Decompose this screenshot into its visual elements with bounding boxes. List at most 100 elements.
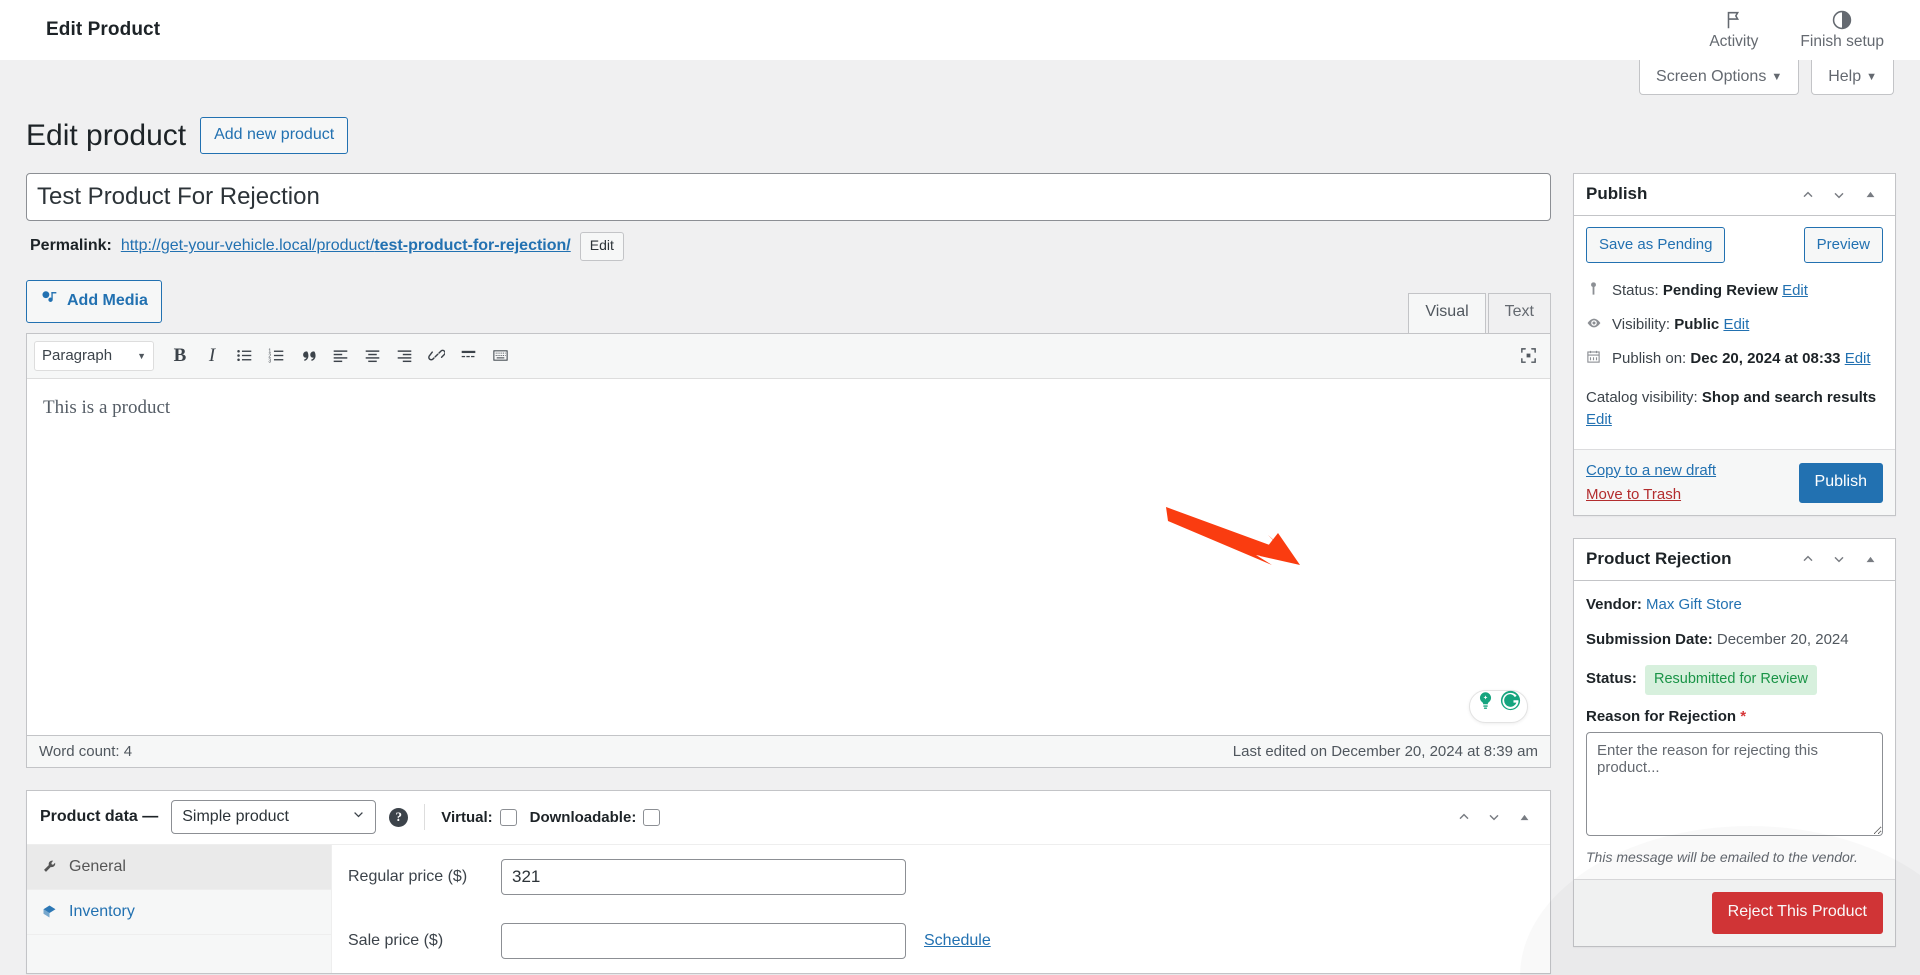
add-new-product-button[interactable]: Add new product — [200, 117, 349, 154]
vendor-link[interactable]: Max Gift Store — [1646, 596, 1742, 613]
visibility-edit-link[interactable]: Edit — [1723, 316, 1749, 333]
read-more-icon[interactable] — [453, 341, 483, 371]
toggle-panel-icon[interactable] — [1857, 546, 1883, 572]
status-edit-link[interactable]: Edit — [1782, 282, 1808, 299]
move-down-icon[interactable] — [1826, 182, 1852, 208]
permalink-url[interactable]: http://get-your-vehicle.local/product/te… — [121, 237, 571, 255]
tab-visual[interactable]: Visual — [1408, 292, 1486, 333]
regular-price-field-row: Regular price ($) — [332, 845, 1550, 909]
publish-header: Publish — [1574, 174, 1895, 216]
screen-meta-tabs: Screen Options ▼ Help ▼ — [1639, 60, 1894, 96]
grammarly-g-icon[interactable] — [1499, 689, 1522, 722]
admin-bar: Edit Product Activity Finish setup — [0, 0, 1920, 60]
activity-button[interactable]: Activity — [1709, 9, 1758, 51]
product-type-select[interactable]: Simple product — [171, 800, 377, 835]
editor-content-area[interactable]: This is a product — [27, 379, 1550, 735]
finish-setup-button[interactable]: Finish setup — [1800, 9, 1884, 51]
chevron-down-icon: ▼ — [137, 350, 146, 361]
fullscreen-icon[interactable] — [1513, 341, 1543, 371]
downloadable-checkbox[interactable] — [643, 808, 661, 826]
visibility-label: Visibility: — [1612, 315, 1671, 333]
catalog-visibility-edit-link[interactable]: Edit — [1586, 411, 1612, 428]
rejection-reason-help-text: This message will be emailed to the vend… — [1586, 849, 1858, 866]
move-to-trash-link[interactable]: Move to Trash — [1586, 486, 1716, 503]
sale-price-input[interactable] — [501, 922, 906, 959]
rejection-reason-textarea[interactable] — [1586, 732, 1883, 837]
status-label: Status: — [1612, 282, 1659, 299]
permalink-edit-button[interactable]: Edit — [579, 232, 624, 261]
virtual-checkbox-group[interactable]: Virtual: — [441, 808, 517, 826]
copy-to-new-draft-link[interactable]: Copy to a new draft — [1586, 462, 1716, 479]
product-data-panel-general: Regular price ($) Sale price ($) Schedul… — [332, 845, 1550, 973]
tab-text[interactable]: Text — [1487, 292, 1551, 333]
product-tab-general[interactable]: General — [27, 844, 331, 890]
schedule-link[interactable]: Schedule — [924, 932, 991, 950]
preview-button[interactable]: Preview — [1803, 227, 1883, 263]
product-data-title: Product data — — [40, 808, 159, 826]
move-up-icon[interactable] — [1795, 546, 1821, 572]
finish-setup-label: Finish setup — [1800, 33, 1884, 50]
move-down-icon[interactable] — [1481, 804, 1507, 830]
link-icon[interactable] — [421, 341, 451, 371]
product-tab-inventory-label: Inventory — [69, 902, 135, 920]
title-area — [26, 173, 1551, 221]
bulleted-list-icon[interactable] — [229, 341, 259, 371]
bold-icon[interactable]: B — [165, 341, 195, 371]
editor-box: Paragraph ▼ B I 1 2 3 This is a product … — [26, 332, 1551, 768]
move-up-icon[interactable] — [1795, 182, 1821, 208]
publish-button[interactable]: Publish — [1798, 463, 1883, 503]
publish-delete-actions: Copy to a new draft Move to Trash — [1586, 462, 1716, 503]
align-right-icon[interactable] — [389, 341, 419, 371]
virtual-checkbox[interactable] — [499, 808, 517, 826]
submission-date-row: Submission Date: December 20, 2024 — [1586, 629, 1883, 652]
admin-bar-right-group: Activity Finish setup — [1709, 9, 1894, 51]
lightbulb-icon[interactable] — [1475, 690, 1496, 721]
align-center-icon[interactable] — [357, 341, 387, 371]
regular-price-label: Regular price ($) — [348, 867, 468, 885]
permalink-url-prefix: http://get-your-vehicle.local/product/ — [120, 237, 375, 255]
save-as-pending-button[interactable]: Save as Pending — [1586, 227, 1726, 263]
editor-area: Add Media Visual Text Paragraph ▼ B I 1 … — [26, 279, 1551, 768]
publish-on-edit-link[interactable]: Edit — [1845, 350, 1871, 367]
vendor-label: Vendor: — [1586, 595, 1642, 613]
product-tab-inventory[interactable]: Inventory — [27, 890, 331, 935]
reason-for-rejection-label: Reason for Rejection * — [1586, 708, 1883, 725]
help-icon[interactable]: ? — [389, 807, 409, 827]
required-marker: * — [1740, 708, 1747, 726]
move-down-icon[interactable] — [1826, 546, 1852, 572]
status-text: Status: Pending Review Edit — [1612, 280, 1808, 303]
product-type-value: Simple product — [182, 808, 289, 826]
toolbar-toggle-icon[interactable] — [485, 341, 515, 371]
toggle-panel-icon[interactable] — [1511, 804, 1537, 830]
product-rejection-body: Vendor: Max Gift Store Submission Date: … — [1574, 581, 1895, 880]
add-media-button[interactable]: Add Media — [26, 279, 162, 323]
virtual-label: Virtual: — [441, 808, 493, 826]
blockquote-icon[interactable] — [293, 341, 323, 371]
numbered-list-icon[interactable]: 1 2 3 — [261, 341, 291, 371]
paragraph-format-select[interactable]: Paragraph ▼ — [34, 340, 154, 371]
grammarly-widget[interactable] — [1469, 689, 1528, 723]
side-column: Publish Save as Pending Preview Status: … — [1573, 173, 1896, 969]
last-edited: Last edited on December 20, 2024 at 8:39… — [1232, 742, 1538, 760]
editor-mode-tabs: Visual Text — [1406, 292, 1551, 333]
publish-minor-actions: Save as Pending Preview — [1586, 227, 1883, 263]
help-tab[interactable]: Help ▼ — [1811, 60, 1894, 96]
screen-options-tab[interactable]: Screen Options ▼ — [1639, 60, 1800, 96]
product-data-body: General Inventory Regular price ($) 321 … — [27, 844, 1550, 973]
screen-meta-bar: Screen Options ▼ Help ▼ — [0, 60, 1920, 98]
align-left-icon[interactable] — [325, 341, 355, 371]
downloadable-checkbox-group[interactable]: Downloadable: — [530, 808, 661, 826]
italic-icon[interactable]: I — [197, 341, 227, 371]
regular-price-input[interactable] — [501, 858, 906, 895]
wrench-icon — [42, 859, 58, 874]
toggle-panel-icon[interactable] — [1857, 182, 1883, 208]
reject-this-product-button[interactable]: Reject This Product — [1711, 892, 1883, 934]
rejection-status-row: Status: Resubmitted for Review — [1586, 664, 1883, 696]
svg-text:3: 3 — [268, 358, 271, 364]
permalink-url-slug: test-product-for-rejection/ — [374, 237, 571, 255]
product-title-input[interactable] — [26, 173, 1551, 221]
product-rejection-heading: Product Rejection — [1586, 548, 1732, 568]
editor-paragraph: This is a product — [43, 396, 171, 418]
move-up-icon[interactable] — [1451, 804, 1477, 830]
product-data-metabox: Product data — Simple product ? Virtual: — [26, 789, 1551, 974]
